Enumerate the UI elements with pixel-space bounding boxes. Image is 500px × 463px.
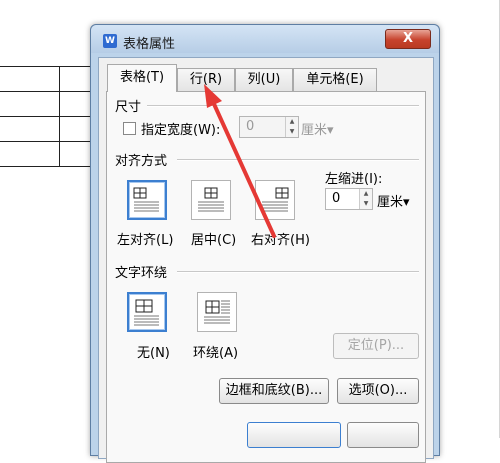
annotation-arrow [204,84,276,238]
tab-table[interactable]: 表格(T) [107,64,177,92]
